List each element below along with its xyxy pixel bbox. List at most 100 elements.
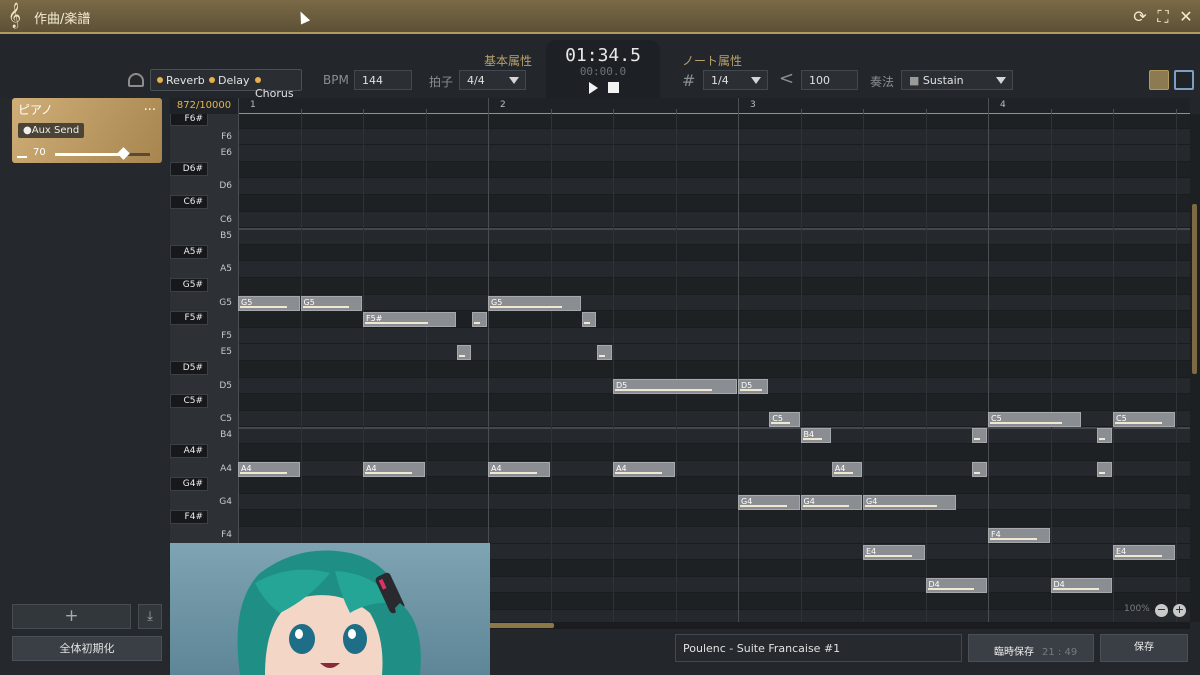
midi-note[interactable]: A4: [488, 461, 550, 477]
marquee-tool-icon[interactable]: [1174, 70, 1194, 90]
piano-key[interactable]: C5#: [170, 394, 238, 411]
piano-key[interactable]: A4: [170, 461, 238, 478]
midi-note[interactable]: [456, 345, 472, 361]
note-velocity-bar: [583, 322, 590, 325]
piano-key[interactable]: F5: [170, 328, 238, 345]
midi-note[interactable]: F5#: [363, 312, 456, 328]
midi-note[interactable]: [1097, 428, 1112, 444]
playhead-position: 00:00.0: [579, 65, 627, 78]
fullscreen-icon[interactable]: ⛶: [1153, 7, 1173, 27]
midi-note[interactable]: C5: [1113, 411, 1175, 427]
vertical-scrollbar[interactable]: [1190, 114, 1200, 622]
stop-icon[interactable]: [608, 82, 619, 93]
piano-key[interactable]: D5: [170, 378, 238, 395]
effects-dial-icon[interactable]: [128, 73, 144, 87]
piano-key[interactable]: A5#: [170, 244, 238, 262]
key-label: D5#: [182, 363, 203, 373]
midi-note[interactable]: [1097, 461, 1112, 477]
note-velocity-bar: [990, 538, 1037, 540]
piano-key[interactable]: F4#: [170, 510, 238, 527]
midi-note[interactable]: A4: [238, 461, 300, 477]
piano-key[interactable]: C5: [170, 411, 238, 428]
piano-key[interactable]: E6: [170, 145, 238, 162]
add-track-button[interactable]: +: [12, 604, 131, 629]
zoom-in-icon[interactable]: +: [1173, 604, 1186, 617]
midi-note[interactable]: G5: [488, 295, 581, 311]
volume-slider-knob[interactable]: [117, 147, 131, 160]
download-icon[interactable]: ⤓: [138, 604, 162, 629]
piano-key[interactable]: G4: [170, 494, 238, 511]
midi-note[interactable]: A4: [613, 461, 675, 477]
piano-key[interactable]: E5: [170, 344, 238, 361]
beat-select[interactable]: 4/4: [459, 70, 526, 90]
midi-note[interactable]: G5: [300, 295, 362, 311]
key-label: B4: [220, 430, 232, 441]
volume-slider[interactable]: [55, 147, 150, 160]
playstyle-select[interactable]: ■ Sustain: [901, 70, 1013, 90]
piano-key[interactable]: F6#: [170, 114, 238, 129]
select-tool-icon[interactable]: [1149, 70, 1169, 90]
piano-key[interactable]: F5#: [170, 311, 238, 328]
piano-key[interactable]: C6#: [170, 195, 238, 212]
midi-note[interactable]: F4: [988, 528, 1050, 543]
piano-key[interactable]: B5: [170, 228, 238, 245]
midi-note[interactable]: G4: [738, 494, 800, 510]
midi-note[interactable]: C5: [769, 411, 800, 427]
piano-key[interactable]: D6#: [170, 161, 238, 179]
midi-note[interactable]: G4: [863, 494, 956, 510]
midi-note[interactable]: [472, 312, 487, 328]
midi-note[interactable]: [597, 345, 612, 361]
zoom-out-icon[interactable]: −: [1155, 604, 1168, 617]
note-length-select[interactable]: 1/4: [703, 70, 768, 90]
midi-note[interactable]: A4: [363, 461, 425, 477]
piano-key[interactable]: A4#: [170, 444, 238, 461]
aux-send-button[interactable]: ●Aux Send: [18, 123, 85, 138]
piano-key[interactable]: G5#: [170, 278, 238, 295]
piano-key[interactable]: F4: [170, 527, 238, 544]
midi-note[interactable]: D4: [925, 577, 987, 593]
note-velocity-bar: [740, 504, 787, 507]
midi-note[interactable]: G5: [238, 295, 300, 311]
midi-note[interactable]: E4: [863, 544, 925, 560]
bar-ruler[interactable]: 1 2 3 4: [238, 98, 1190, 114]
midi-note[interactable]: D5: [613, 378, 737, 394]
save-button[interactable]: 保存: [1100, 634, 1188, 662]
vertical-scroll-thumb[interactable]: [1192, 204, 1197, 374]
note-velocity-bar: [615, 471, 662, 474]
midi-note[interactable]: A4: [831, 461, 862, 477]
midi-note[interactable]: B4: [800, 428, 831, 444]
track-card-piano[interactable]: ピアノ ... ●Aux Send 70: [12, 98, 162, 163]
midi-note[interactable]: [972, 461, 987, 477]
piano-key[interactable]: F6: [170, 129, 238, 146]
piano-key[interactable]: G4#: [170, 477, 238, 494]
midi-note[interactable]: C5: [988, 411, 1081, 427]
piano-key[interactable]: G5: [170, 295, 238, 312]
piano-key[interactable]: D6: [170, 178, 238, 195]
piano-key[interactable]: A5: [170, 261, 238, 278]
temp-save-button[interactable]: 臨時保存 21 : 49: [968, 634, 1094, 662]
close-icon[interactable]: ✕: [1176, 7, 1196, 27]
reset-all-button[interactable]: 全体初期化: [12, 636, 162, 661]
bpm-input[interactable]: 144: [354, 70, 412, 90]
midi-note[interactable]: E4: [1113, 544, 1175, 560]
effect-reverb[interactable]: Reverb: [157, 74, 205, 87]
key-label: F5#: [184, 313, 203, 324]
piano-key[interactable]: D5#: [170, 361, 238, 378]
grid-snap-icon[interactable]: #: [682, 71, 695, 90]
piano-key[interactable]: B4: [170, 427, 238, 444]
chevron-down-icon: [996, 77, 1006, 84]
play-icon[interactable]: [589, 82, 598, 94]
midi-note[interactable]: [972, 428, 987, 444]
piano-key[interactable]: C6: [170, 212, 238, 229]
midi-note[interactable]: G4: [800, 494, 862, 510]
refresh-icon[interactable]: ⟳: [1130, 7, 1150, 27]
velocity-input[interactable]: 100: [801, 70, 858, 90]
song-title-field[interactable]: Poulenc - Suite Francaise #1: [675, 634, 962, 662]
midi-note[interactable]: [581, 312, 597, 328]
midi-note[interactable]: D5: [738, 378, 769, 394]
midi-note[interactable]: D4: [1050, 577, 1112, 593]
section-basic-title: 基本属性: [484, 54, 533, 68]
more-icon[interactable]: ...: [144, 99, 156, 114]
effect-chorus[interactable]: Chorus: [255, 74, 301, 100]
effect-delay[interactable]: Delay: [209, 74, 250, 87]
